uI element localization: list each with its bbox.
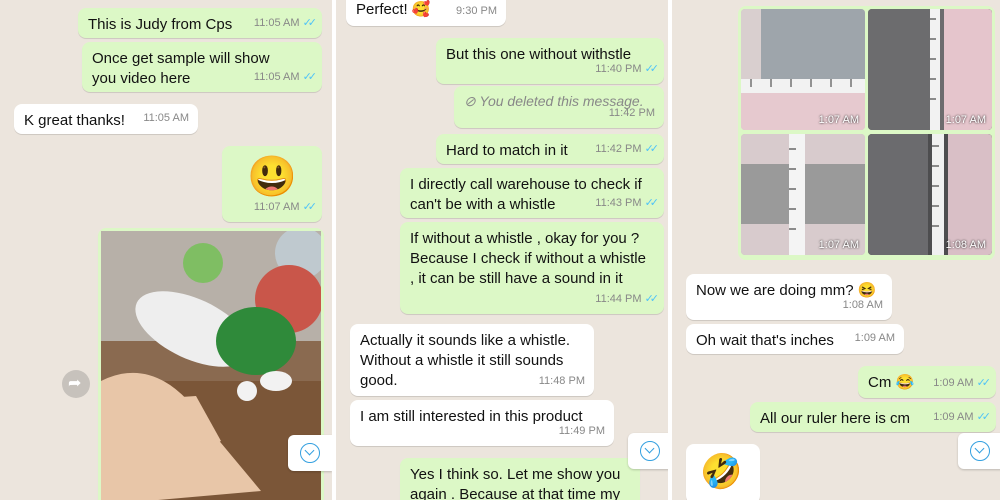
- message-bubble[interactable]: Yes I think so. Let me show you again . …: [400, 458, 640, 500]
- forward-icon[interactable]: [62, 370, 90, 398]
- message-bubble[interactable]: Hard to match in it 11:42 PM ✓✓: [436, 134, 664, 164]
- message-bubble[interactable]: K great thanks! 11:05 AM: [14, 104, 198, 134]
- message-meta: 11:40 PM ✓✓: [595, 59, 660, 79]
- double-check-icon: ✓✓: [644, 143, 660, 155]
- emoji-message: 🤣: [700, 453, 743, 491]
- message-time: 11:42 PM: [608, 107, 655, 119]
- message-bubble[interactable]: I directly call warehouse to check if ca…: [400, 168, 664, 218]
- message-time: 11:48 PM: [538, 375, 585, 387]
- message-time: 1:08 AM: [842, 299, 883, 311]
- chat-panel-1[interactable]: This is Judy from Cps 11:05 AM ✓✓ Once ge…: [0, 0, 332, 500]
- message-time: 11:42 PM: [595, 143, 642, 155]
- message-time: 1:09 AM: [854, 332, 895, 344]
- message-time: 9:30 PM: [456, 5, 497, 17]
- message-bubble[interactable]: Actually it sounds like a whistle. Witho…: [350, 324, 594, 396]
- photo-thumbnail[interactable]: 1:07 AM: [741, 134, 865, 255]
- message-meta: 11:05 AM ✓✓: [253, 67, 318, 87]
- message-meta: 11:42 PM ✓✓: [595, 139, 660, 159]
- message-text: Yes I think so. Let me show you again . …: [410, 466, 621, 500]
- message-bubble[interactable]: Now we are doing mm? 😆 1:08 AM: [686, 274, 892, 320]
- double-check-icon: ✓✓: [644, 293, 660, 305]
- ruler-photo: [868, 134, 992, 255]
- message-meta: 11:49 PM: [559, 421, 605, 441]
- photo-thumbnail[interactable]: 1:07 AM: [868, 9, 992, 130]
- message-meta: 1:08 AM: [843, 295, 883, 315]
- message-time: 11:40 PM: [595, 63, 642, 75]
- chevron-down-icon: [300, 443, 320, 463]
- message-meta: 11:44 PM ✓✓: [595, 289, 660, 309]
- photo-time: 1:07 AM: [818, 239, 859, 251]
- double-check-icon: ✓✓: [302, 17, 318, 29]
- message-time: 11:44 PM: [595, 293, 642, 305]
- message-time: 11:49 PM: [558, 425, 605, 437]
- message-time: 11:05 AM: [253, 71, 300, 83]
- message-meta: 1:09 AM ✓✓: [933, 407, 992, 427]
- message-text: If without a whistle , okay for you ? Be…: [410, 230, 646, 287]
- message-meta: 1:09 AM: [855, 328, 895, 348]
- message-bubble[interactable]: I am still interested in this product 11…: [350, 400, 614, 446]
- message-bubble[interactable]: Cm 😂 1:09 AM ✓✓: [858, 366, 996, 398]
- chat-panel-3[interactable]: 1:07 AM 1:07 AM 1:07 AM 1:08 AM Now we a…: [672, 0, 1000, 500]
- message-meta: 11:05 AM: [143, 108, 189, 128]
- double-check-icon: ✓✓: [976, 377, 992, 389]
- message-time: 1:09 AM: [933, 377, 974, 389]
- double-check-icon: ✓✓: [976, 411, 992, 423]
- photo-thumbnail[interactable]: 1:07 AM: [741, 9, 865, 130]
- message-bubble[interactable]: 😃 11:07 AM ✓✓: [222, 146, 322, 222]
- message-bubble[interactable]: Once get sample will show you video here…: [82, 42, 322, 92]
- message-bubble[interactable]: If without a whistle , okay for you ? Be…: [400, 222, 664, 314]
- photo-album-message[interactable]: 1:07 AM 1:07 AM 1:07 AM 1:08 AM: [738, 6, 995, 260]
- chevron-down-icon: [970, 441, 990, 461]
- message-meta: 11:05 AM ✓✓: [253, 13, 318, 33]
- screenshot-collage: This is Judy from Cps 11:05 AM ✓✓ Once ge…: [0, 0, 1000, 500]
- message-meta: 1:09 AM ✓✓: [933, 373, 992, 393]
- message-bubble[interactable]: Perfect! 🥰 9:30 PM: [346, 0, 506, 26]
- photo-thumbnail[interactable]: 1:08 AM: [868, 134, 992, 255]
- message-time: 11:07 AM: [253, 201, 300, 213]
- message-bubble[interactable]: 🤣: [686, 444, 760, 500]
- double-check-icon: ✓✓: [302, 71, 318, 83]
- photo-time: 1:07 AM: [945, 114, 986, 126]
- message-time: 11:05 AM: [143, 112, 189, 124]
- message-time: 11:43 PM: [595, 197, 642, 209]
- ruler-photo: [868, 9, 992, 130]
- message-time: 11:05 AM: [253, 17, 300, 29]
- message-bubble[interactable]: All our ruler here is cm 1:09 AM ✓✓: [750, 402, 996, 432]
- double-check-icon: ✓✓: [644, 63, 660, 75]
- message-meta: 11:42 PM: [609, 103, 655, 123]
- double-check-icon: ✓✓: [302, 201, 318, 213]
- message-meta: 11:48 PM: [539, 371, 585, 391]
- chevron-down-icon: [640, 441, 660, 461]
- ruler-photo: [741, 134, 865, 255]
- message-bubble[interactable]: But this one without withstle 11:40 PM ✓✓: [436, 38, 664, 84]
- message-time: 1:09 AM: [933, 411, 974, 423]
- scroll-down-button[interactable]: [288, 435, 332, 471]
- scroll-down-button[interactable]: [958, 433, 1000, 469]
- deleted-message-bubble[interactable]: ⊘ You deleted this message. 11:42 PM: [454, 86, 664, 128]
- photo-time: 1:07 AM: [818, 114, 859, 126]
- emoji-message: 😃: [247, 155, 297, 199]
- chat-panel-2[interactable]: Perfect! 🥰 9:30 PM But this one without …: [336, 0, 668, 500]
- message-meta: 9:30 PM: [456, 1, 497, 21]
- message-meta: 11:43 PM ✓✓: [595, 193, 660, 213]
- ruler-photo: [741, 9, 865, 130]
- message-meta: 11:07 AM ✓✓: [253, 197, 318, 217]
- scroll-down-button[interactable]: [628, 433, 668, 469]
- double-check-icon: ✓✓: [644, 197, 660, 209]
- blocked-icon: ⊘: [464, 93, 480, 109]
- message-bubble[interactable]: Oh wait that's inches 1:09 AM: [686, 324, 904, 354]
- message-bubble[interactable]: This is Judy from Cps 11:05 AM ✓✓: [78, 8, 322, 38]
- photo-time: 1:08 AM: [945, 239, 986, 251]
